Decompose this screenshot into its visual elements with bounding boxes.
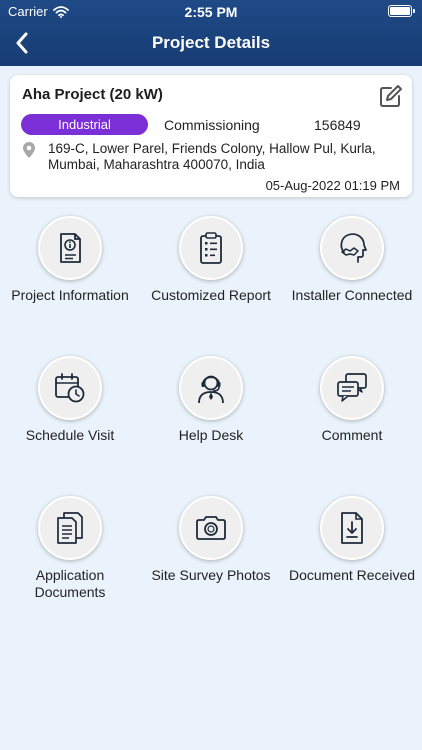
tile-label: Help Desk bbox=[178, 427, 244, 443]
tile-help-desk[interactable]: Help Desk bbox=[141, 356, 281, 444]
project-address: 169-C, Lower Parel, Friends Colony, Hall… bbox=[48, 141, 376, 172]
tile-circle bbox=[320, 216, 384, 280]
tile-circle bbox=[38, 216, 102, 280]
tile-label: Installer Connected bbox=[291, 287, 413, 303]
tile-circle bbox=[38, 496, 102, 560]
documents-icon bbox=[57, 512, 83, 544]
tile-label: Schedule Visit bbox=[25, 427, 115, 443]
report-clipboard-icon bbox=[200, 232, 222, 264]
project-id: 156849 bbox=[314, 117, 361, 133]
location-pin-icon bbox=[23, 142, 35, 158]
tile-circle bbox=[179, 216, 243, 280]
tile-label: Project Information bbox=[11, 287, 129, 303]
tile-site-survey-photos[interactable]: Site Survey Photos bbox=[141, 496, 281, 584]
project-date: 05-Aug-2022 01:19 PM bbox=[265, 178, 400, 193]
project-title: Aha Project (20 kW) bbox=[22, 86, 163, 103]
battery-icon bbox=[388, 5, 415, 17]
tile-comment[interactable]: Comment bbox=[282, 356, 422, 444]
chat-bubbles-icon bbox=[337, 373, 367, 402]
handshake-head-icon bbox=[340, 233, 367, 263]
tile-label: Comment bbox=[321, 427, 383, 443]
tile-label: Document Received bbox=[288, 567, 416, 583]
tile-label: Site Survey Photos bbox=[151, 567, 271, 583]
calendar-clock-icon bbox=[55, 373, 85, 403]
tile-circle bbox=[38, 356, 102, 420]
tile-circle bbox=[320, 496, 384, 560]
document-download-icon bbox=[341, 512, 363, 544]
tile-installer-connected[interactable]: Installer Connected bbox=[282, 216, 422, 304]
tile-project-information[interactable]: Project Information bbox=[0, 216, 140, 304]
project-info-icon bbox=[60, 233, 81, 263]
tile-label: Application Documents bbox=[34, 567, 106, 600]
tile-circle bbox=[179, 356, 243, 420]
tile-circle bbox=[179, 496, 243, 560]
support-agent-icon bbox=[198, 375, 224, 404]
project-card[interactable]: Aha Project (20 kW) Industrial Commissio… bbox=[10, 75, 412, 197]
tile-schedule-visit[interactable]: Schedule Visit bbox=[0, 356, 140, 444]
tile-circle bbox=[320, 356, 384, 420]
camera-icon bbox=[196, 516, 226, 540]
tile-document-received[interactable]: Document Received bbox=[282, 496, 422, 584]
tile-application-documents[interactable]: Application Documents bbox=[0, 496, 140, 601]
edit-button[interactable] bbox=[378, 83, 404, 109]
project-stage: Commissioning bbox=[164, 117, 260, 133]
category-badge: Industrial bbox=[21, 114, 148, 135]
app-header: Carrier 2:55 PM Project Details bbox=[0, 0, 422, 66]
tile-customized-report[interactable]: Customized Report bbox=[141, 216, 281, 304]
status-bar: Carrier 2:55 PM bbox=[0, 0, 422, 24]
clock: 2:55 PM bbox=[184, 4, 238, 20]
edit-icon bbox=[380, 85, 402, 107]
page-title: Project Details bbox=[151, 33, 271, 52]
tile-label: Customized Report bbox=[151, 287, 271, 303]
